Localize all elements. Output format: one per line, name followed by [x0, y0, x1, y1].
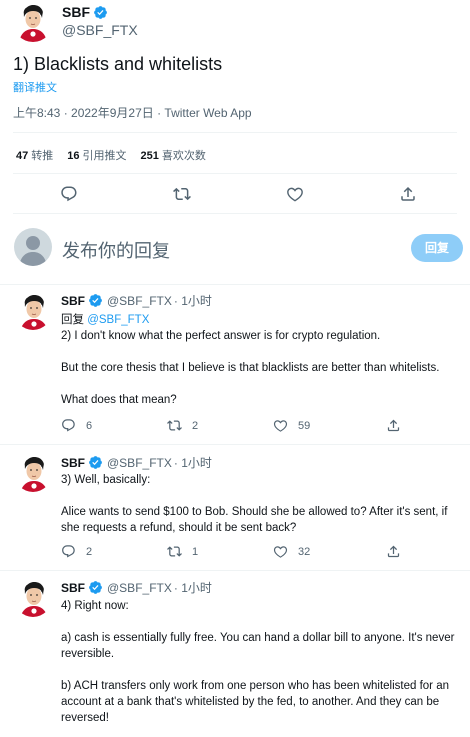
reply-input[interactable]: 发布你的回复 — [62, 237, 170, 263]
author-handle[interactable]: @SBF_FTX — [107, 581, 172, 595]
divider — [13, 213, 457, 214]
author-avatar[interactable] — [13, 2, 53, 42]
reply-tweet[interactable]: SBF @SBF_FTX · 1小时 4) Right now: a) cash… — [0, 579, 470, 737]
verified-badge-icon — [88, 455, 103, 470]
tweet-time[interactable]: · 1小时 — [174, 579, 212, 596]
reply-icon — [61, 418, 76, 433]
tweet-time[interactable]: · 1小时 — [174, 454, 212, 471]
main-action-bar — [0, 181, 470, 207]
divider — [0, 284, 470, 285]
reply-icon[interactable] — [60, 185, 80, 205]
divider — [0, 444, 470, 445]
author-handle[interactable]: @SBF_FTX — [107, 456, 172, 470]
author-name[interactable]: SBF — [61, 581, 85, 595]
author-handle[interactable]: @SBF_FTX — [62, 22, 138, 38]
reply-action[interactable]: 6 — [61, 418, 92, 433]
share-icon — [386, 418, 401, 433]
author-name[interactable]: SBF — [61, 456, 85, 470]
tweet-paragraph: What does that mean? — [61, 394, 177, 406]
author-handle[interactable]: @SBF_FTX — [107, 294, 172, 308]
tweet-body: 3) Well, basically: Alice wants to send … — [61, 472, 466, 536]
tweet-stats: 47 转推 16 引用推文 251 喜欢次数 — [16, 147, 206, 163]
author-name[interactable]: SBF — [62, 4, 90, 20]
author-avatar[interactable] — [14, 454, 52, 492]
tweet-paragraph: But the core thesis that I believe is th… — [61, 362, 440, 374]
share-action[interactable] — [386, 418, 401, 433]
tweet-header: SBF @SBF_FTX · 1小时 — [61, 454, 212, 471]
replying-to: 回复 @SBF_FTX — [61, 314, 150, 326]
like-action[interactable]: 59 — [273, 418, 310, 433]
reply-action[interactable]: 2 — [61, 544, 92, 559]
like-icon — [273, 418, 288, 433]
author-avatar[interactable] — [14, 292, 52, 330]
divider — [0, 570, 470, 571]
tweet-paragraph: a) cash is essentially fully free. You c… — [61, 632, 455, 660]
tweet-actions: 6 2 59 — [61, 418, 421, 436]
retweet-icon[interactable] — [173, 185, 193, 205]
retweet-icon — [167, 544, 182, 559]
tweet-paragraph: b) ACH transfers only work from one pers… — [61, 680, 449, 724]
reply-tweet[interactable]: SBF @SBF_FTX · 1小时 3) Well, basically: A… — [0, 454, 470, 570]
reply-tweet[interactable]: SBF @SBF_FTX · 1小时 回复 @SBF_FTX 2) I don'… — [0, 292, 470, 447]
retweet-action[interactable]: 1 — [167, 544, 198, 559]
tweet-meta[interactable]: 上午8:43 · 2022年9月27日 · Twitter Web App — [13, 104, 252, 121]
tweet-header: SBF @SBF_FTX · 1小时 — [61, 292, 212, 309]
like-icon — [273, 544, 288, 559]
like-action[interactable]: 32 — [273, 544, 310, 559]
author-name[interactable]: SBF — [61, 294, 85, 308]
tweet-body: 4) Right now: a) cash is essentially ful… — [61, 598, 466, 726]
tweet-body: 回复 @SBF_FTX 2) I don't know what the per… — [61, 312, 466, 408]
author-avatar[interactable] — [14, 579, 52, 617]
replying-to-link[interactable]: @SBF_FTX — [87, 314, 149, 326]
tweet-paragraph: 3) Well, basically: — [61, 474, 151, 486]
share-icon[interactable] — [399, 185, 419, 205]
verified-badge-icon — [88, 580, 103, 595]
verified-badge-icon — [88, 293, 103, 308]
share-action[interactable] — [386, 544, 401, 559]
quotes-stat[interactable]: 16 引用推文 — [67, 147, 126, 163]
reply-icon — [61, 544, 76, 559]
retweets-stat[interactable]: 47 转推 — [16, 147, 53, 163]
tweet-header: SBF @SBF_FTX · 1小时 — [61, 579, 212, 596]
tweet-paragraph: Alice wants to send $100 to Bob. Should … — [61, 506, 448, 534]
divider — [13, 132, 457, 133]
tweet-paragraph: 4) Right now: — [61, 600, 129, 612]
reply-compose: 发布你的回复 回复 — [0, 226, 470, 272]
share-icon — [386, 544, 401, 559]
reply-button[interactable]: 回复 — [411, 234, 463, 262]
tweet-time[interactable]: · 1小时 — [174, 292, 212, 309]
tweet-text: 1) Blacklists and whitelists — [13, 54, 223, 74]
verified-badge-icon — [93, 5, 108, 20]
like-icon[interactable] — [286, 185, 306, 205]
divider — [13, 173, 457, 174]
user-avatar — [14, 228, 52, 266]
tweet-paragraph: 2) I don't know what the perfect answer … — [61, 330, 381, 342]
retweet-icon — [167, 418, 182, 433]
retweet-action[interactable]: 2 — [167, 418, 198, 433]
likes-stat[interactable]: 251 喜欢次数 — [141, 147, 206, 163]
tweet-actions: 2 1 32 — [61, 544, 421, 562]
translate-link[interactable]: 翻译推文 — [13, 79, 57, 95]
